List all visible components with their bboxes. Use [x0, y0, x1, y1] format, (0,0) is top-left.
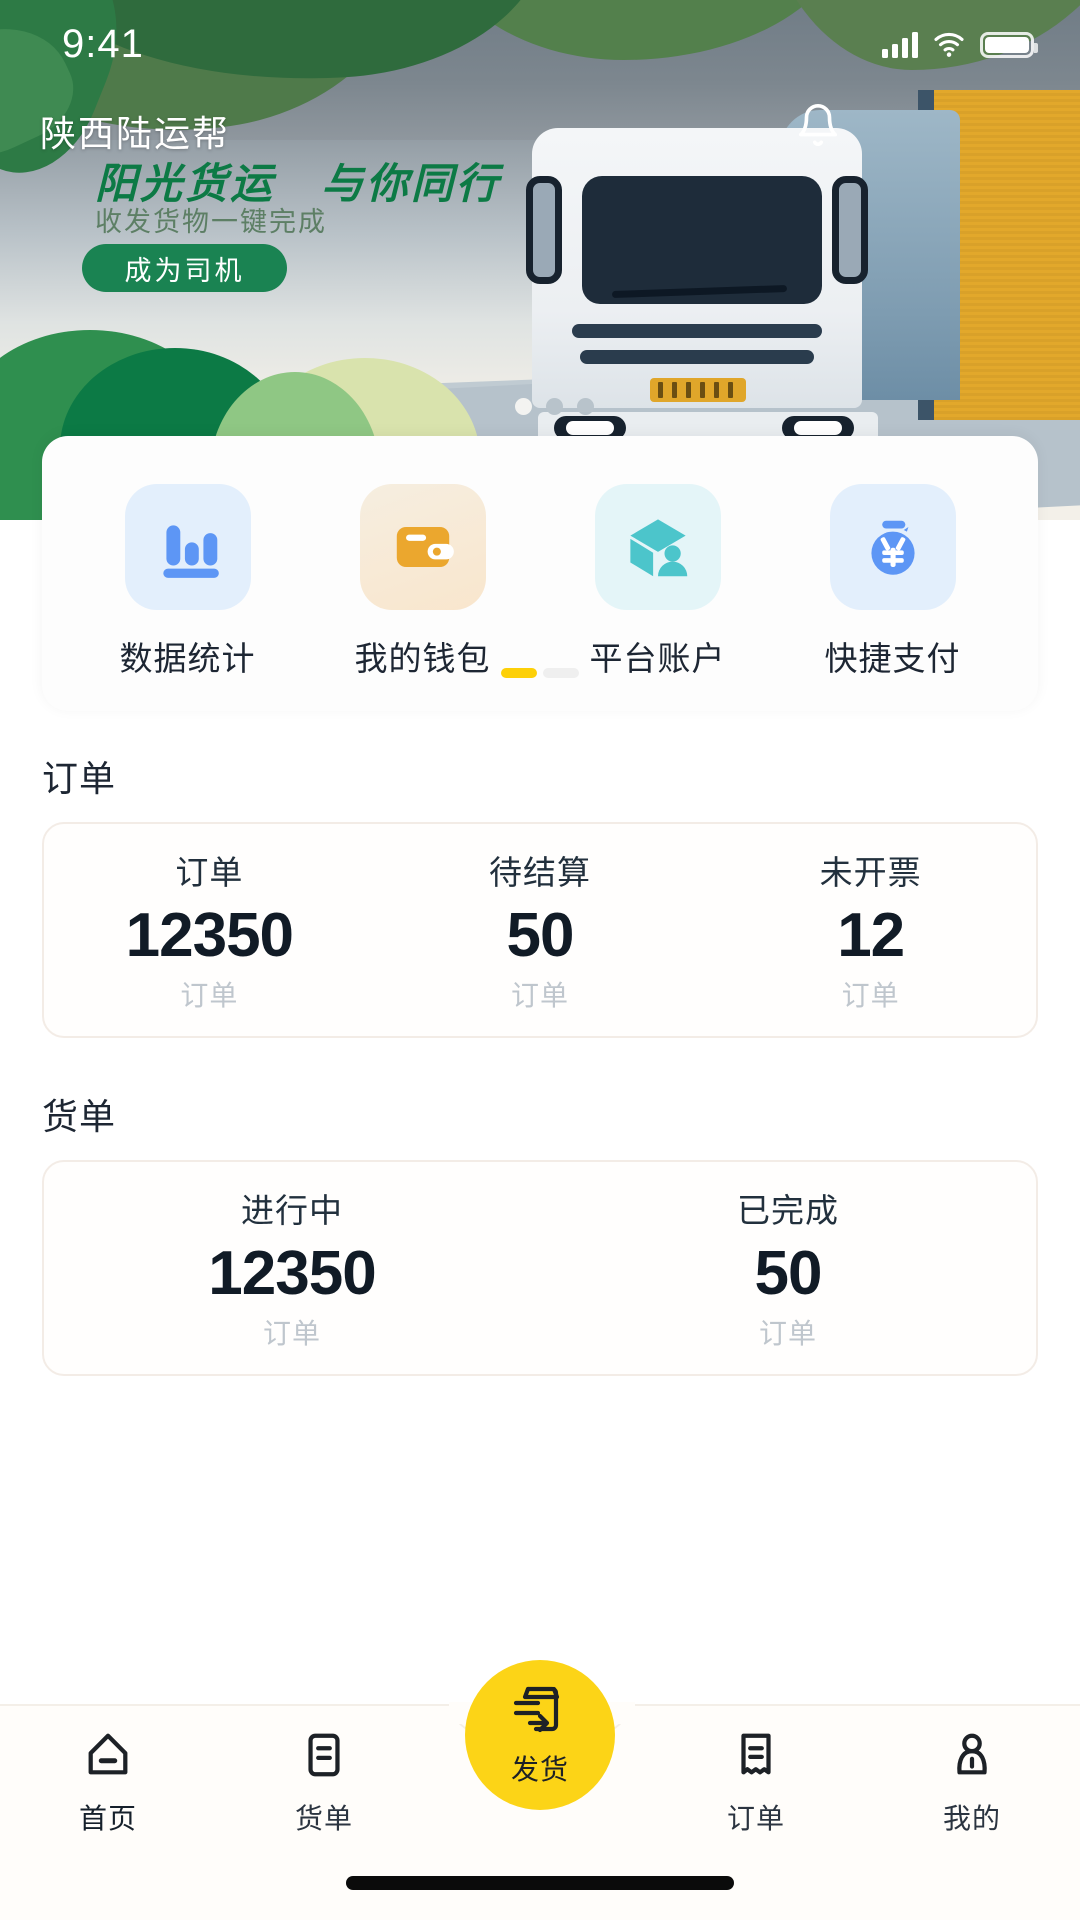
home-icon: [83, 1730, 133, 1785]
quick-action-data-stats[interactable]: 数据统计: [70, 484, 305, 680]
quick-actions-pager[interactable]: [42, 668, 1038, 678]
money-bag-yen-icon: [829, 484, 956, 610]
tab-label: 货单: [294, 1803, 353, 1834]
stat-name: 待结算: [489, 854, 591, 892]
stat-name: 进行中: [241, 1192, 343, 1230]
ship-package-icon: [509, 1683, 571, 1744]
stat-cell-in-progress[interactable]: 进行中 12350 订单: [44, 1184, 540, 1351]
tab-label: 首页: [78, 1803, 137, 1834]
waybills-stat-card[interactable]: 进行中 12350 订单 已完成 50 订单: [42, 1160, 1038, 1376]
cellular-signal-icon: [882, 31, 918, 58]
stat-value: 50: [506, 901, 575, 971]
document-icon: [299, 1730, 349, 1785]
quick-action-my-wallet[interactable]: 我的钱包: [305, 484, 540, 680]
become-driver-button[interactable]: 成为司机: [82, 244, 287, 292]
status-time: 9:41: [62, 21, 144, 66]
hero-carousel-dots[interactable]: [515, 398, 594, 415]
tab-orders[interactable]: 订单: [648, 1730, 864, 1856]
orders-stat-card[interactable]: 订单 12350 订单 待结算 50 订单 未开票 12 订单: [42, 822, 1038, 1038]
stat-unit: 订单: [180, 979, 239, 1011]
waybills-section-title: 货单: [42, 1096, 117, 1137]
stat-cell-orders[interactable]: 订单 12350 订单: [44, 846, 375, 1013]
wifi-icon: [932, 31, 966, 58]
stat-value: 12350: [208, 1239, 376, 1309]
stat-value: 12: [837, 901, 905, 971]
slogan-right: 与你同行: [321, 160, 502, 207]
stat-unit: 订单: [511, 979, 570, 1011]
battery-full-icon: [980, 31, 1038, 58]
stat-unit: 订单: [758, 1317, 817, 1349]
wallet-icon: [359, 484, 486, 610]
quick-action-platform-account[interactable]: 平台账户: [540, 484, 775, 680]
stat-name: 订单: [175, 854, 244, 892]
bell-icon[interactable]: [795, 100, 841, 150]
home-indicator: [346, 1876, 734, 1890]
stat-name: 已完成: [737, 1192, 839, 1230]
stat-unit: 订单: [262, 1317, 321, 1349]
stat-name: 未开票: [819, 854, 922, 892]
quick-actions-card: 数据统计 我的钱包 平台账户 快捷支付: [42, 436, 1038, 711]
tab-label: 我的: [942, 1803, 1001, 1834]
stat-value: 50: [754, 1239, 823, 1309]
tab-label: 订单: [726, 1803, 785, 1834]
stat-unit: 订单: [841, 979, 900, 1011]
tab-label: 发货: [510, 1753, 569, 1785]
carousel-dot[interactable]: [546, 398, 563, 415]
stat-cell-uninvoiced[interactable]: 未开票 12 订单: [705, 846, 1036, 1013]
bottom-tab-bar: 发货 首页 货单 订单 我的: [0, 1660, 1080, 1920]
tab-profile[interactable]: 我的: [864, 1730, 1080, 1856]
account-box-icon: [594, 484, 721, 610]
bar-chart-icon: [124, 484, 251, 610]
tab-ship-fab[interactable]: 发货: [465, 1660, 615, 1810]
carousel-dot[interactable]: [515, 398, 532, 415]
person-icon: [947, 1730, 997, 1785]
stat-value: 12350: [125, 901, 294, 971]
status-bar: 9:41: [0, 0, 1080, 88]
quick-action-quick-pay[interactable]: 快捷支付: [775, 484, 1010, 680]
carousel-dot[interactable]: [577, 398, 594, 415]
receipt-icon: [731, 1730, 781, 1785]
tab-waybills[interactable]: 货单: [216, 1730, 432, 1856]
pager-dot[interactable]: [543, 668, 579, 678]
tab-home[interactable]: 首页: [0, 1730, 216, 1856]
orders-section-title: 订单: [42, 758, 117, 799]
stat-cell-completed[interactable]: 已完成 50 订单: [540, 1184, 1036, 1351]
hero-subslogan: 收发货物一键完成: [95, 207, 327, 237]
stat-cell-pending-settlement[interactable]: 待结算 50 订单: [375, 846, 706, 1013]
pager-dot-active[interactable]: [501, 668, 537, 678]
